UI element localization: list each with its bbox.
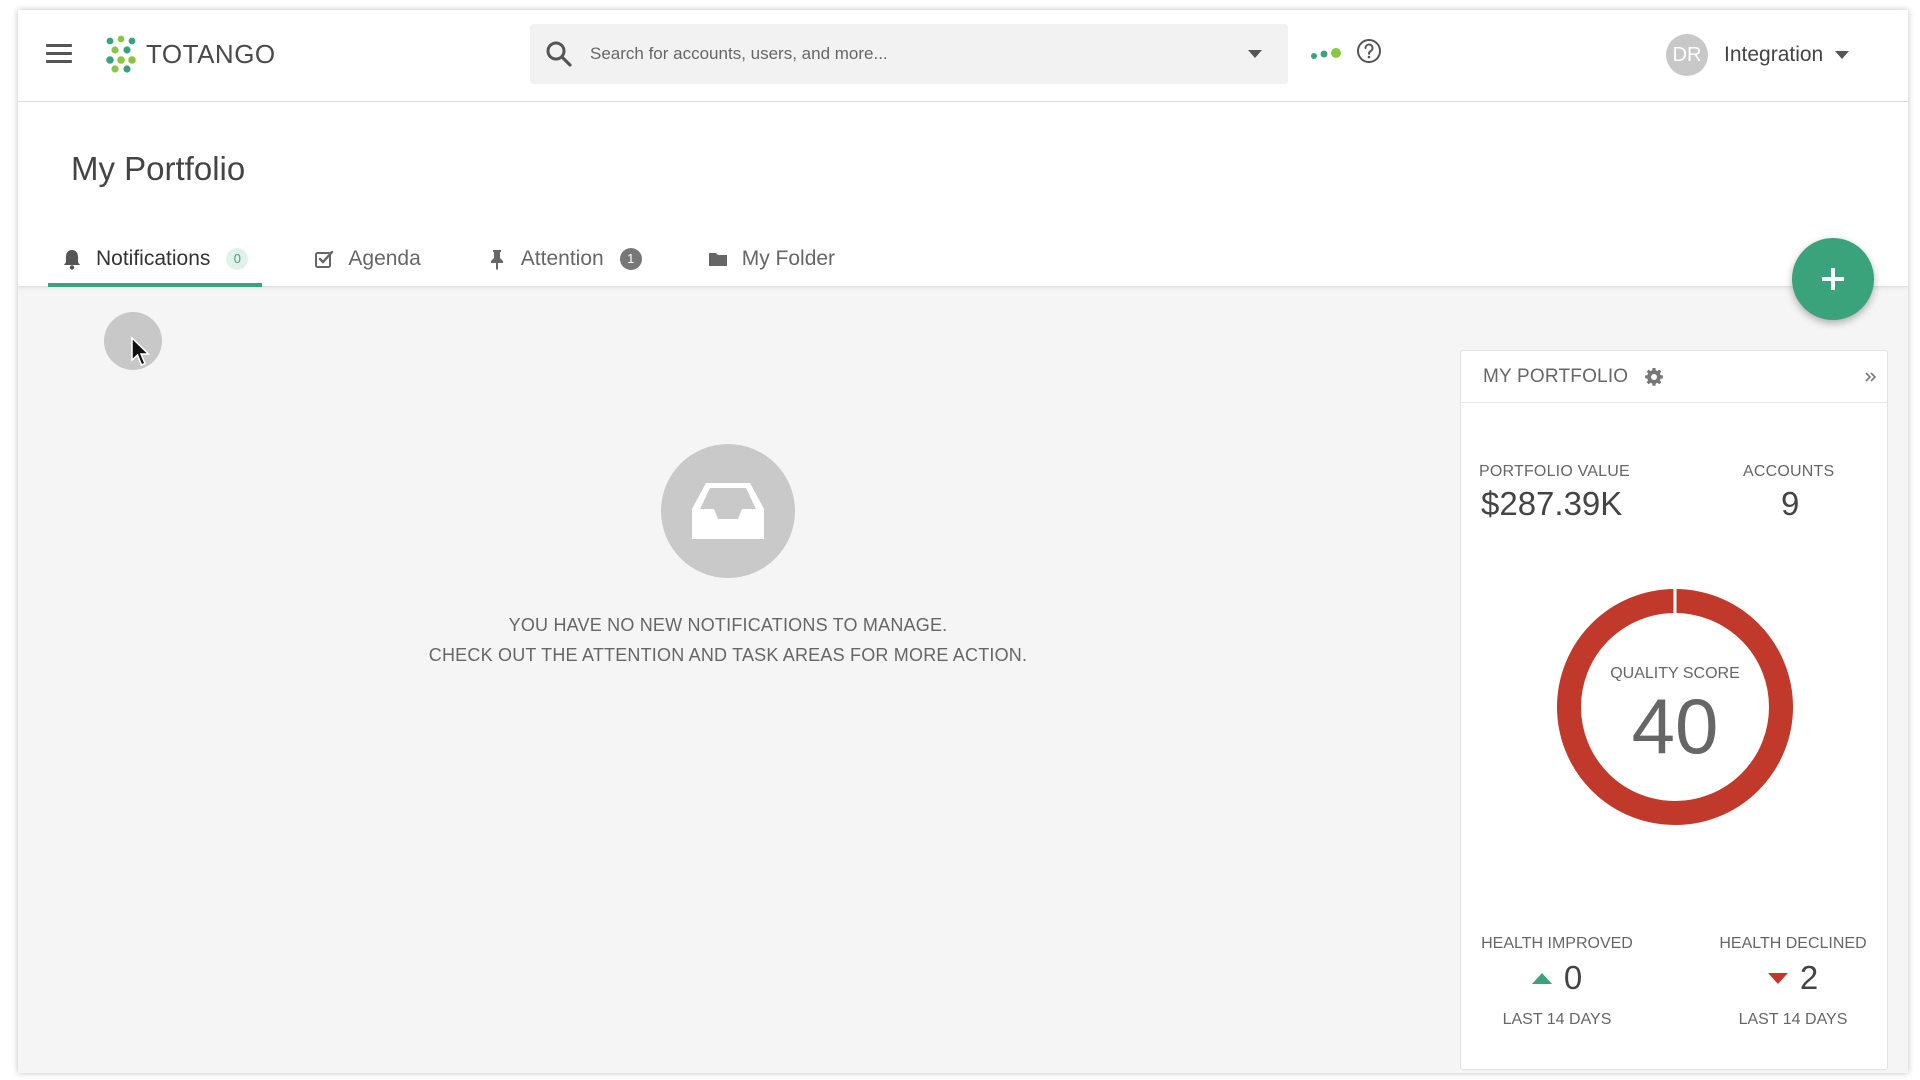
pin-icon: [490, 249, 503, 270]
widget-title: MY PORTFOLIO: [1483, 365, 1629, 387]
user-name: Integration: [1724, 43, 1824, 66]
tab-label: Agenda: [348, 246, 421, 270]
notification-count-badge: 0: [226, 247, 249, 270]
tab-attention[interactable]: Attention 1: [473, 230, 656, 287]
inbox-icon: [661, 444, 795, 578]
page-title: My Portfolio: [71, 150, 246, 187]
search-input[interactable]: [590, 24, 1210, 84]
health-declined: HEALTH DECLINED 2 LAST 14 DAYS: [1703, 935, 1883, 1029]
tab-bar: Notifications 0 Agenda Attention 1 My Fo…: [48, 230, 887, 287]
menu-icon[interactable]: [46, 44, 72, 64]
mouse-cursor-icon: [131, 336, 151, 366]
tab-label: My Folder: [741, 246, 836, 270]
accounts-count: 9: [1781, 485, 1800, 522]
help-icon[interactable]: [1356, 38, 1382, 64]
global-search: [530, 24, 1288, 84]
health-improved: HEALTH IMPROVED 0 LAST 14 DAYS: [1467, 935, 1647, 1029]
plus-icon: [1822, 268, 1844, 290]
health-improved-count: 0: [1563, 959, 1583, 996]
health-declined-count: 2: [1799, 959, 1819, 996]
portfolio-value: $287.39K: [1481, 485, 1623, 522]
portfolio-value-label: PORTFOLIO VALUE: [1479, 463, 1630, 480]
avatar: DR: [1666, 34, 1708, 76]
health-declined-period: LAST 14 DAYS: [1738, 1011, 1848, 1028]
user-menu[interactable]: DR Integration: [1666, 32, 1850, 78]
bell-icon: [64, 249, 80, 270]
empty-state-hint: CHECK OUT THE ATTENTION AND TASK AREAS F…: [428, 645, 1028, 665]
gear-icon[interactable]: [1644, 367, 1664, 387]
search-scope-dropdown-icon[interactable]: [1248, 50, 1262, 58]
quality-score-value: 40: [1631, 682, 1719, 770]
add-button[interactable]: [1792, 238, 1874, 320]
health-declined-label: HEALTH DECLINED: [1719, 935, 1867, 952]
brand-logo[interactable]: TOTANGO: [104, 34, 276, 74]
tab-my-folder[interactable]: My Folder: [694, 230, 849, 287]
empty-state-message: YOU HAVE NO NEW NOTIFICATIONS TO MANAGE.: [508, 615, 948, 635]
totango-logo-icon: [106, 35, 136, 73]
attention-count-badge: 1: [619, 247, 642, 270]
tab-agenda[interactable]: Agenda: [300, 230, 434, 287]
brand-name: TOTANGO: [146, 38, 276, 69]
folder-icon: [708, 252, 727, 266]
portfolio-widget: MY PORTFOLIO PORTFOLIO VALUE $287.39K AC…: [1460, 350, 1888, 1070]
checkbox-icon: [315, 250, 334, 268]
collapse-panel-icon[interactable]: [1863, 369, 1879, 385]
empty-state: YOU HAVE NO NEW NOTIFICATIONS TO MANAGE.…: [318, 444, 1138, 670]
health-improved-label: HEALTH IMPROVED: [1481, 935, 1633, 952]
widget-header: MY PORTFOLIO: [1461, 351, 1887, 403]
page-header: My Portfolio Notifications 0 Agenda Atte…: [18, 102, 1908, 287]
search-icon: [546, 41, 572, 67]
activity-status-icon[interactable]: [1310, 46, 1342, 62]
chevron-down-icon: [1835, 51, 1850, 59]
arrow-down-icon: [1767, 972, 1788, 984]
tab-notifications[interactable]: Notifications 0: [48, 230, 263, 287]
arrow-up-icon: [1531, 972, 1552, 984]
app-window: TOTANGO DR Integration My Port: [18, 10, 1908, 1073]
accounts-label: ACCOUNTS: [1743, 463, 1835, 480]
tab-label: Attention: [520, 246, 604, 270]
top-bar: TOTANGO DR Integration: [18, 10, 1908, 102]
health-improved-period: LAST 14 DAYS: [1502, 1011, 1612, 1028]
tab-label: Notifications: [96, 246, 211, 270]
